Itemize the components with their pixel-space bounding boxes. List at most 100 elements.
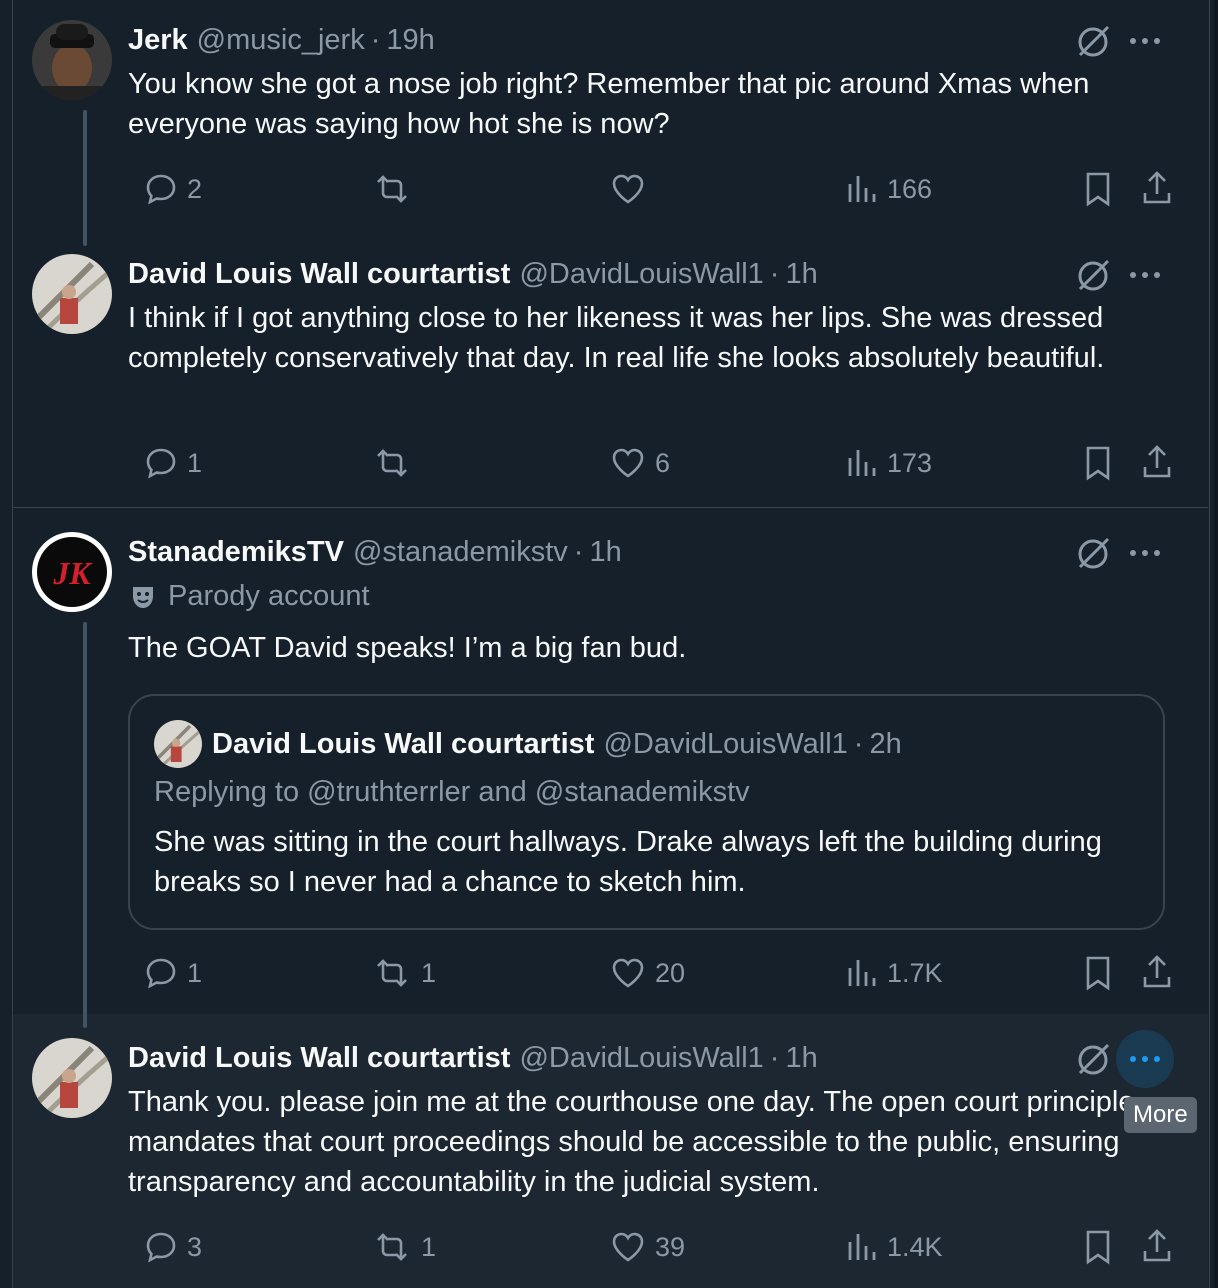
- like-icon: [612, 448, 644, 478]
- author-name[interactable]: David Louis Wall courtartist: [128, 1042, 510, 1075]
- tweet-header: Jerk @music_jerk · 19h: [128, 20, 435, 60]
- like-button[interactable]: [610, 164, 655, 214]
- window-edge: [1214, 0, 1218, 1288]
- like-button[interactable]: 6: [610, 438, 670, 488]
- more-icon: [1130, 550, 1160, 556]
- retweet-button[interactable]: [372, 164, 421, 214]
- retweet-icon: [377, 959, 407, 987]
- reply-count: 1: [187, 447, 203, 478]
- retweet-count: 1: [421, 1231, 437, 1262]
- tweet-text: You know she got a nose job right? Remem…: [128, 68, 1090, 140]
- share-icon[interactable]: [1140, 1222, 1174, 1272]
- timestamp[interactable]: 1h: [785, 1042, 817, 1075]
- avatar[interactable]: JK: [32, 532, 112, 612]
- tweet-header: StanademiksTV @stanademikstv · 1h: [128, 532, 622, 572]
- more-button[interactable]: [1116, 12, 1174, 70]
- author-handle[interactable]: @DavidLouisWall1: [519, 1042, 763, 1075]
- bookmark-icon[interactable]: [1082, 1222, 1114, 1272]
- separator: ·: [370, 23, 381, 56]
- author-name[interactable]: StanademiksTV: [128, 536, 344, 569]
- quoted-tweet-header: David Louis Wall courtartist @DavidLouis…: [154, 720, 902, 768]
- avatar[interactable]: [32, 1038, 112, 1118]
- like-count: 39: [655, 1231, 686, 1262]
- view-count: 173: [887, 447, 933, 478]
- reply-button[interactable]: 1: [144, 948, 202, 998]
- more-button[interactable]: [1116, 524, 1174, 582]
- grok-icon[interactable]: [1073, 1040, 1113, 1080]
- more-button[interactable]: [1116, 1030, 1174, 1088]
- share-icon[interactable]: [1140, 438, 1174, 488]
- replying-to: Replying to @truthterrler and @stanademi…: [154, 776, 750, 808]
- retweet-icon: [377, 449, 407, 477]
- quoted-author-handle: @DavidLouisWall1: [603, 727, 848, 760]
- reply-count: 3: [187, 1231, 203, 1262]
- timestamp[interactable]: 19h: [386, 24, 434, 57]
- quoted-timestamp: 2h: [869, 727, 902, 760]
- view-count: 1.4K: [887, 1231, 943, 1262]
- more-button[interactable]: [1116, 246, 1174, 304]
- like-icon: [612, 958, 644, 988]
- view-count: 166: [887, 173, 933, 204]
- separator: ·: [769, 1041, 780, 1074]
- view-count: 1.7K: [887, 957, 943, 988]
- reply-count: 2: [187, 173, 203, 204]
- parody-label: Parody account: [128, 580, 370, 613]
- author-name[interactable]: David Louis Wall courtartist: [128, 258, 510, 291]
- like-icon: [612, 174, 644, 204]
- grok-icon[interactable]: [1073, 22, 1113, 62]
- views-icon: [848, 450, 876, 476]
- more-tooltip: More: [1124, 1097, 1197, 1133]
- share-icon[interactable]: [1140, 948, 1174, 998]
- author-handle[interactable]: @DavidLouisWall1: [519, 258, 763, 291]
- reply-icon: [146, 958, 176, 989]
- action-bar: 1 6 173: [128, 438, 1173, 488]
- quoted-avatar: [154, 720, 202, 768]
- views-button[interactable]: 1.7K: [846, 948, 943, 998]
- reply-icon: [146, 448, 176, 479]
- reply-button[interactable]: 1: [144, 438, 202, 488]
- quoted-tweet[interactable]: David Louis Wall courtartist @DavidLouis…: [128, 694, 1165, 930]
- like-button[interactable]: 39: [610, 1222, 685, 1272]
- parody-label-text: Parody account: [168, 580, 370, 612]
- timestamp[interactable]: 1h: [589, 536, 621, 569]
- more-icon: [1130, 1056, 1160, 1062]
- timestamp[interactable]: 1h: [785, 258, 817, 291]
- bookmark-icon[interactable]: [1082, 438, 1114, 488]
- svg-text:JK: JK: [52, 555, 93, 591]
- author-handle[interactable]: @stanademikstv: [353, 536, 568, 569]
- bookmark-icon[interactable]: [1082, 164, 1114, 214]
- reply-button[interactable]: 3: [144, 1222, 202, 1272]
- retweet-button[interactable]: [372, 438, 421, 488]
- views-button[interactable]: 173: [846, 438, 932, 488]
- share-icon[interactable]: [1140, 164, 1174, 214]
- retweet-count: 1: [421, 957, 437, 988]
- views-button[interactable]: 1.4K: [846, 1222, 943, 1272]
- bookmark-icon[interactable]: [1082, 948, 1114, 998]
- tweet-header: David Louis Wall courtartist @DavidLouis…: [128, 1038, 818, 1078]
- quoted-tweet-text: She was sitting in the court hallways. D…: [154, 826, 1102, 898]
- views-icon: [848, 176, 876, 202]
- retweet-button[interactable]: 1: [372, 948, 436, 998]
- avatar[interactable]: [32, 20, 112, 100]
- views-icon: [848, 1234, 876, 1260]
- avatar[interactable]: [32, 254, 112, 334]
- author-name[interactable]: Jerk: [128, 24, 188, 57]
- retweet-icon: [377, 1233, 407, 1261]
- more-icon: [1130, 38, 1160, 44]
- action-bar: 2 166: [128, 164, 1173, 214]
- conversation-divider: [13, 507, 1208, 508]
- separator: ·: [853, 727, 864, 760]
- action-bar: 1 1 20 1.7K: [128, 948, 1173, 998]
- reply-button[interactable]: 2: [144, 164, 202, 214]
- like-button[interactable]: 20: [610, 948, 685, 998]
- views-button[interactable]: 166: [846, 164, 932, 214]
- grok-icon[interactable]: [1073, 256, 1113, 296]
- separator: ·: [769, 257, 780, 290]
- grok-icon[interactable]: [1073, 534, 1113, 574]
- tweet-text: I think if I got anything close to her l…: [128, 302, 1105, 374]
- tweet-header: David Louis Wall courtartist @DavidLouis…: [128, 254, 818, 294]
- reply-icon: [146, 174, 176, 205]
- views-icon: [848, 960, 876, 986]
- author-handle[interactable]: @music_jerk: [197, 24, 365, 57]
- retweet-button[interactable]: 1: [372, 1222, 436, 1272]
